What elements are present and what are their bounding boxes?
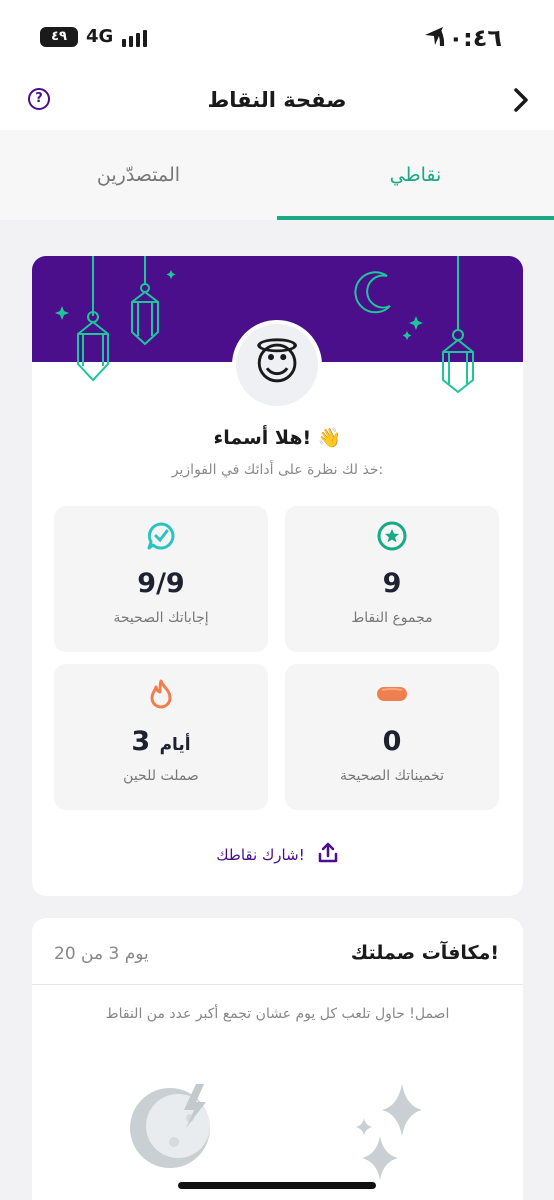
location-arrow-icon xyxy=(424,26,444,50)
navigation-bar: صفحة النقاط ? xyxy=(0,72,554,130)
active-tab-indicator xyxy=(277,216,554,220)
user-avatar: 😇 xyxy=(232,320,322,410)
rewards-description: اصمل! حاول تلعب كل يوم عشان تجمع أكبر عد… xyxy=(105,1006,450,1022)
stat-correct-answers-label: إجاباتك الصحيحة xyxy=(113,610,209,626)
stat-total-points: 9 مجموع النقاط xyxy=(285,506,499,652)
stat-total-points-value: 9 xyxy=(382,568,402,599)
help-icon[interactable]: ? xyxy=(28,88,50,110)
stat-streak: 3 أيام صملت للحين xyxy=(54,664,268,810)
stat-correct-guesses: 0 تخميناتك الصحيحة xyxy=(285,664,499,810)
stat-correct-guesses-value: 0 xyxy=(382,726,402,757)
page-title: صفحة النقاط xyxy=(207,88,347,112)
moon-lightning-reward-icon xyxy=(126,1082,216,1172)
tab-my-points-label: نقاطي xyxy=(389,164,442,186)
tab-leaderboard-label: المتصدّرين xyxy=(96,164,181,186)
stat-streak-value: 3 أيام xyxy=(54,726,268,757)
greeting-heading: هلا أسماء! 👋 xyxy=(213,427,342,449)
tab-my-points[interactable]: نقاطي xyxy=(277,130,554,220)
stat-correct-answers: 9/9 إجاباتك الصحيحة xyxy=(54,506,268,652)
date-fruit-icon xyxy=(376,678,408,710)
points-summary-card: 😇 هلا أسماء! 👋 خذ لك نظرة على أدائك في ا… xyxy=(32,256,523,896)
battery-icon: ٤٩ xyxy=(40,27,78,47)
stat-correct-guesses-label: تخميناتك الصحيحة xyxy=(340,768,444,784)
sparkles-reward-icon xyxy=(352,1084,432,1184)
stat-streak-unit: أيام xyxy=(159,735,191,755)
status-bar: ١٠:٤٦ 4G ٤٩ xyxy=(0,0,554,72)
divider xyxy=(32,984,523,985)
network-type: 4G xyxy=(86,26,114,47)
signal-bars-icon xyxy=(122,30,147,47)
greeting-subtitle: خذ لك نظرة على أدائك في الفوازير: xyxy=(171,462,384,478)
share-icon xyxy=(317,842,339,868)
status-time: ١٠:٤٦ xyxy=(433,24,502,52)
flame-icon xyxy=(145,678,177,710)
star-badge-icon xyxy=(376,520,408,552)
stat-total-points-label: مجموع النقاط xyxy=(351,610,433,626)
share-points-label: شارك نقاطك! xyxy=(216,846,305,864)
chat-check-icon xyxy=(145,520,177,552)
share-points-button[interactable]: شارك نقاطك! xyxy=(32,842,523,868)
tab-bar: نقاطي المتصدّرين xyxy=(0,130,554,220)
home-indicator xyxy=(178,1182,376,1189)
stat-streak-label: صملت للحين xyxy=(123,768,199,784)
tab-leaderboard[interactable]: المتصدّرين xyxy=(0,130,277,220)
stat-streak-number: 3 xyxy=(131,726,151,757)
rewards-day-progress: يوم 3 من 20 xyxy=(54,944,149,964)
stat-correct-answers-value: 9/9 xyxy=(137,568,185,599)
streak-rewards-card: مكافآت صملتك! يوم 3 من 20 اصمل! حاول تلع… xyxy=(32,918,523,1200)
rewards-title: مكافآت صملتك! xyxy=(350,942,499,964)
